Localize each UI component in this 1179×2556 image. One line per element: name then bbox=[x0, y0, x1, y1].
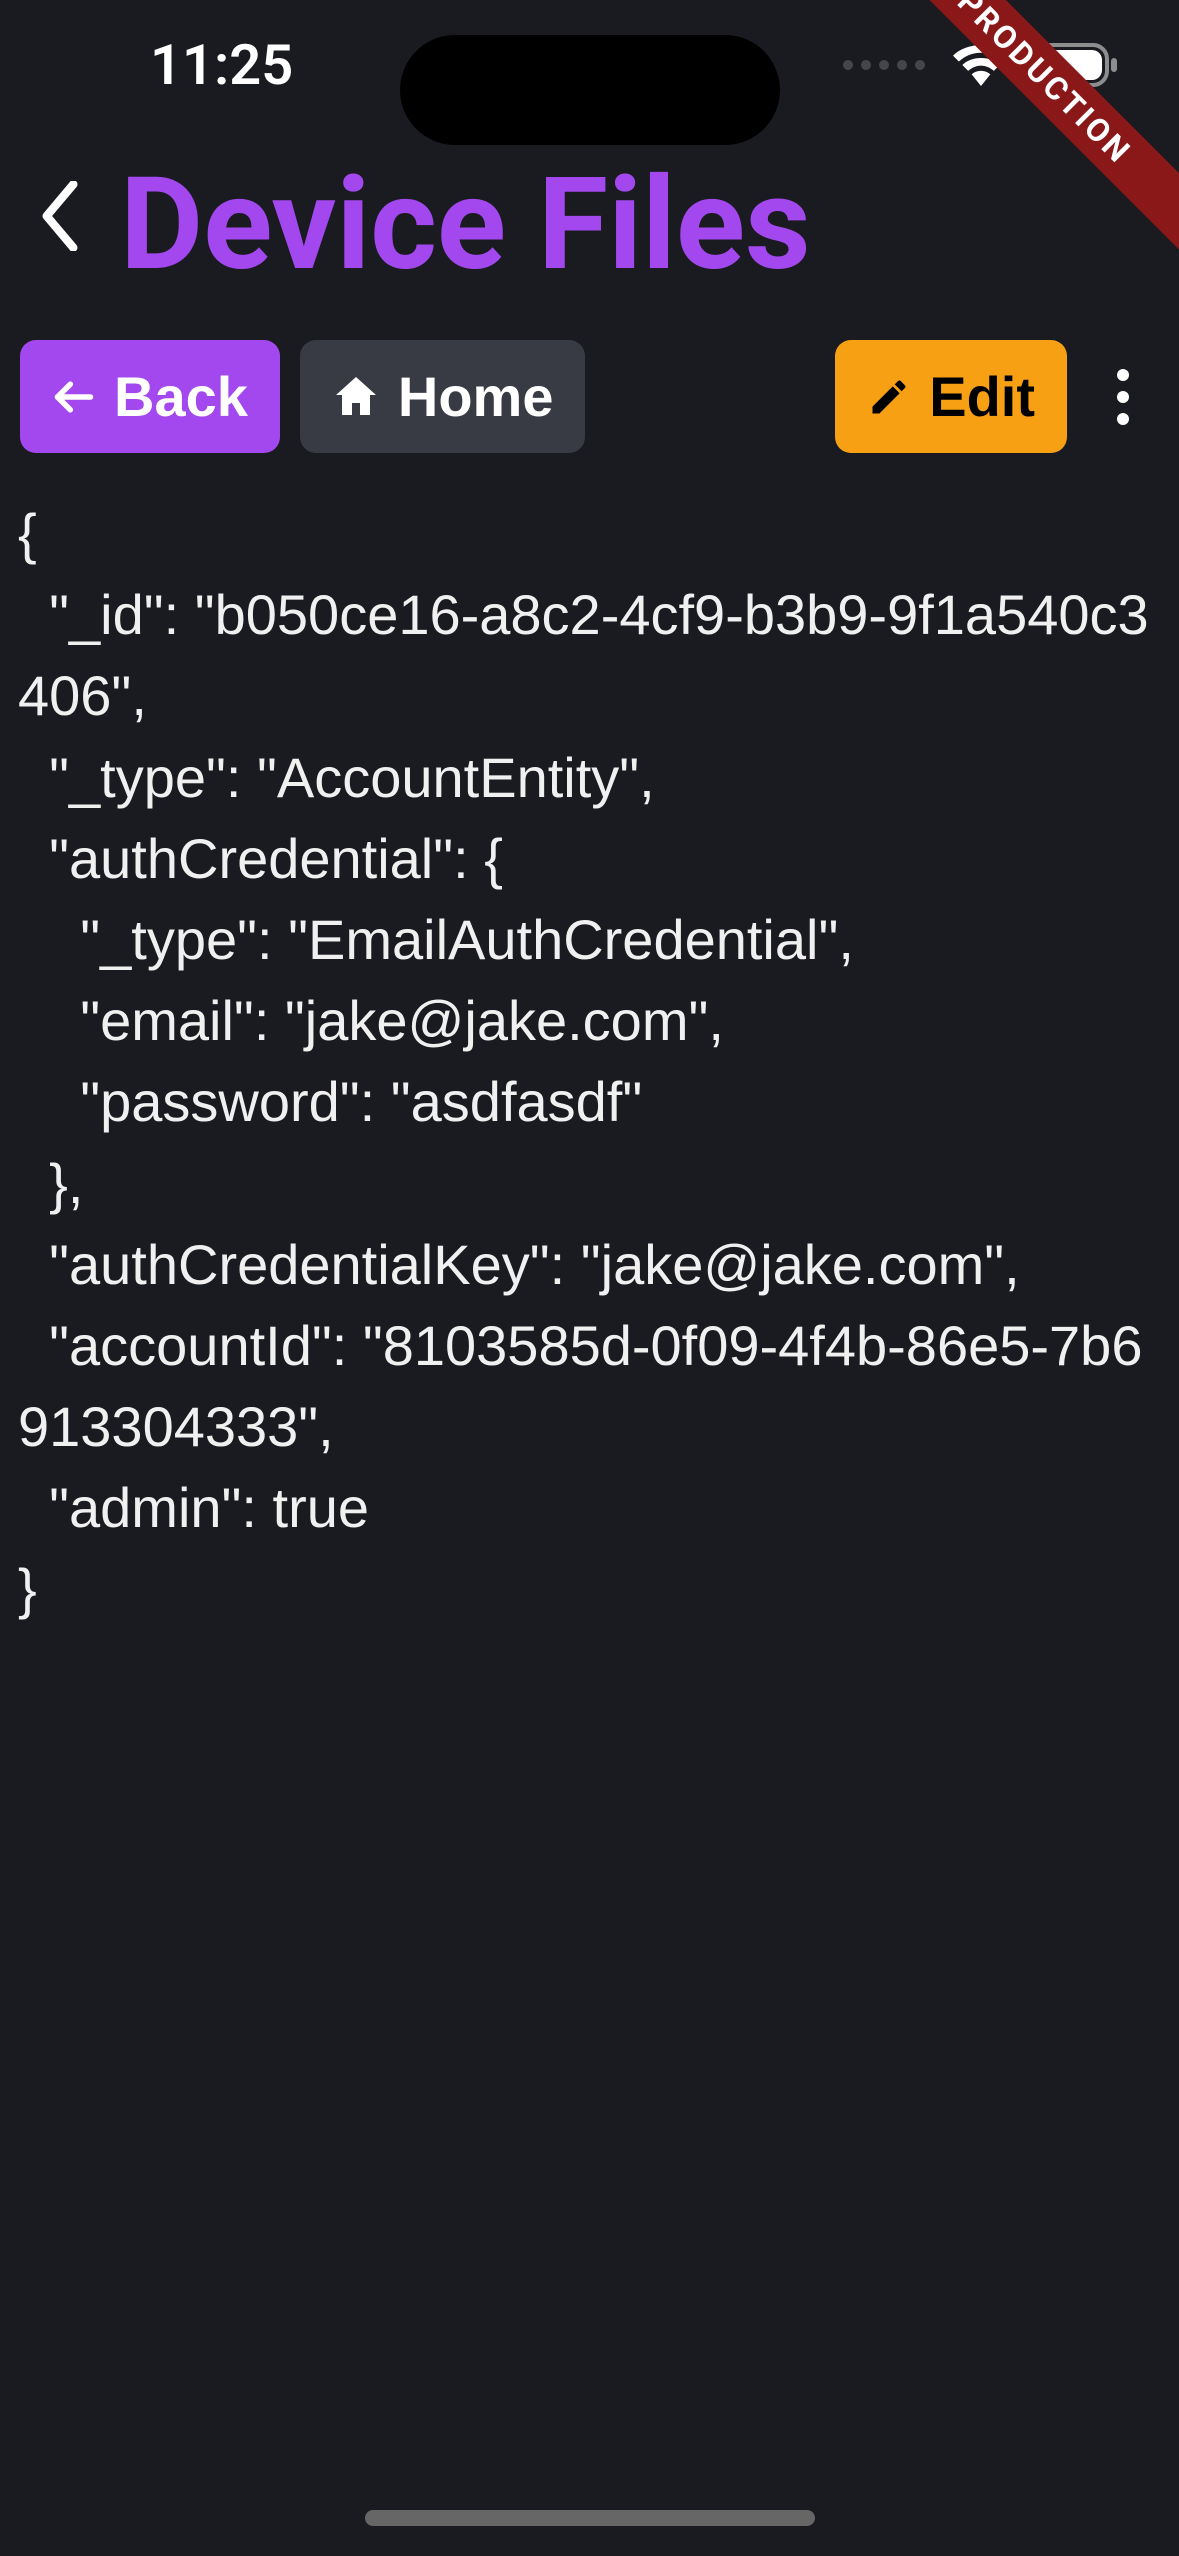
home-button-label: Home bbox=[398, 364, 554, 429]
home-button[interactable]: Home bbox=[300, 340, 586, 453]
toolbar: Back Home Edit bbox=[0, 320, 1179, 473]
more-vertical-icon bbox=[1117, 369, 1129, 381]
back-chevron-icon[interactable] bbox=[40, 181, 80, 269]
more-options-button[interactable] bbox=[1087, 349, 1159, 445]
pencil-icon bbox=[867, 375, 911, 419]
dynamic-island bbox=[400, 35, 780, 145]
back-button-label: Back bbox=[114, 364, 248, 429]
edit-button[interactable]: Edit bbox=[835, 340, 1067, 453]
back-button[interactable]: Back bbox=[20, 340, 280, 453]
status-time: 11:25 bbox=[150, 32, 293, 98]
home-indicator[interactable] bbox=[365, 2510, 815, 2526]
page-title: Device Files bbox=[120, 150, 811, 300]
edit-button-label: Edit bbox=[929, 364, 1035, 429]
arrow-left-icon bbox=[52, 375, 96, 419]
home-icon bbox=[332, 373, 380, 421]
cellular-dots bbox=[843, 60, 925, 70]
file-content: { "_id": "b050ce16-a8c2-4cf9-b3b9-9f1a54… bbox=[0, 473, 1179, 1650]
header: Device Files bbox=[0, 130, 1179, 320]
